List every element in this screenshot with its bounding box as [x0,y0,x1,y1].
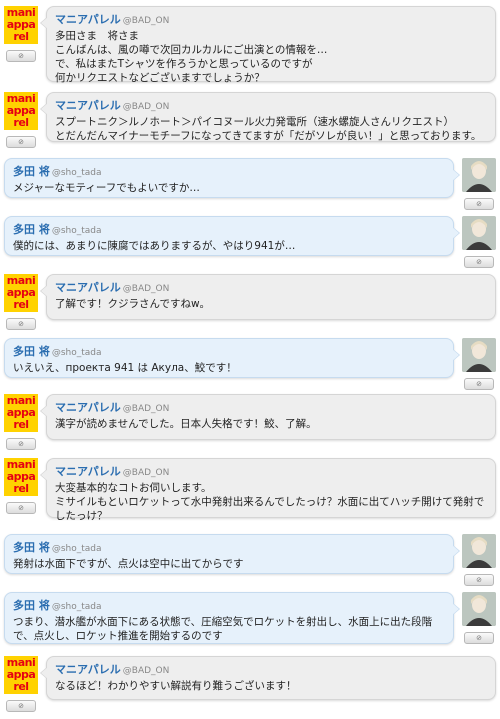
message-text: 多田さま 将さま こんばんは、風の噂で次回カルカルにご出演との情報を… で、私は… [55,30,328,84]
reply-button[interactable]: ⊘ [464,198,494,210]
author-name[interactable]: マニアパレル [55,99,121,112]
author-handle[interactable]: @sho_tada [52,226,102,236]
maniapparel-logo-icon: mani appa rel [4,274,38,312]
author-name[interactable]: 多田 将 [13,541,50,554]
author-name[interactable]: 多田 将 [13,345,50,358]
message-text: スプートニク＞ルノホート＞パイコヌール火力発電所（速水螺旋人さんリクエスト） と… [55,116,482,142]
message-text: つまり、潜水艦が水面下にある状態で、圧縮空気でロケットを射出し、水面上に出た段階… [13,616,433,642]
user-photo-icon [462,338,496,372]
reply-button[interactable]: ⊘ [464,574,494,586]
author-handle[interactable]: @sho_tada [52,544,102,554]
message-text: 漢字が読めませんでした。日本人失格です！鮫、了解。 [55,418,317,430]
message-bubble: 多田 将 @sho_tada いえいえ、проекта 941 は Акула、鮫… [4,338,460,378]
user-photo-icon [462,158,496,192]
message-bubble: マニアパレル @BAD_ON 大変基本的なコトお伺いします。 ミサイルもといロケッ… [40,458,496,522]
author-name[interactable]: マニアパレル [55,401,121,414]
maniapparel-logo-icon: mani appa rel [4,6,38,44]
author-handle[interactable]: @sho_tada [52,168,102,178]
author-handle[interactable]: @sho_tada [52,602,102,612]
avatar[interactable]: ⊘ [462,592,496,644]
author-handle[interactable]: @BAD_ON [123,16,170,26]
reply-button[interactable]: ⊘ [6,700,36,712]
message-bubble: 多田 将 @sho_tada 僕的には、あまりに陳腐ではありまするが、やはり941… [4,216,460,256]
message-text: 大変基本的なコトお伺いします。 ミサイルもといロケットって水中発射出来るんでした… [55,482,485,522]
author-handle[interactable]: @BAD_ON [123,666,170,676]
maniapparel-logo-icon: mani appa rel [4,656,38,694]
message-bubble: マニアパレル @BAD_ON 漢字が読めませんでした。日本人失格です！鮫、了解。 [40,394,496,440]
message-text: 僕的には、あまりに陳腐ではありまするが、やはり941が… [13,240,296,252]
author-name[interactable]: マニアパレル [55,281,121,294]
avatar[interactable]: ⊘ [462,534,496,586]
author-handle[interactable]: @BAD_ON [123,468,170,478]
reply-button[interactable]: ⊘ [6,318,36,330]
message-bubble: マニアパレル @BAD_ON なるほど！わかりやすい解説有り難うございます！ [40,656,496,700]
author-name[interactable]: マニアパレル [55,13,121,26]
avatar[interactable]: mani appa rel ⊘ [4,6,38,62]
message-text: いえいえ、проекта 941 は Акула、鮫です！ [13,362,237,374]
message-text: なるほど！わかりやすい解説有り難うございます！ [55,680,297,692]
maniapparel-logo-icon: mani appa rel [4,92,38,130]
author-handle[interactable]: @BAD_ON [123,284,170,294]
avatar[interactable]: mani appa rel ⊘ [4,92,38,148]
reply-button[interactable]: ⊘ [6,438,36,450]
avatar[interactable]: ⊘ [462,338,496,390]
author-handle[interactable]: @BAD_ON [123,102,170,112]
message-bubble: マニアパレル @BAD_ON 了解です！クジラさんですねw。 [40,274,496,320]
reply-button[interactable]: ⊘ [464,378,494,390]
author-name[interactable]: マニアパレル [55,663,121,676]
user-photo-icon [462,534,496,568]
message-bubble: 多田 将 @sho_tada メジャーなモティーフでもよいですか… [4,158,460,198]
author-name[interactable]: 多田 将 [13,165,50,178]
avatar[interactable]: mani appa rel ⊘ [4,274,38,330]
reply-button[interactable]: ⊘ [6,136,36,148]
message-bubble: マニアパレル @BAD_ON スプートニク＞ルノホート＞パイコヌール火力発電所（速… [40,92,496,142]
author-handle[interactable]: @BAD_ON [123,404,170,414]
user-photo-icon [462,216,496,250]
maniapparel-logo-icon: mani appa rel [4,394,38,432]
message-bubble: 多田 将 @sho_tada つまり、潜水艦が水面下にある状態で、圧縮空気でロケッ… [4,592,460,644]
message-text: メジャーなモティーフでもよいですか… [13,182,200,194]
reply-button[interactable]: ⊘ [6,50,36,62]
avatar[interactable]: mani appa rel ⊘ [4,394,38,450]
message-text: 了解です！クジラさんですねw。 [55,298,211,310]
avatar[interactable]: mani appa rel ⊘ [4,656,38,712]
message-bubble: 多田 将 @sho_tada 発射は水面下ですが、点火は空中に出てからです [4,534,460,574]
reply-button[interactable]: ⊘ [464,256,494,268]
message-text: 発射は水面下ですが、点火は空中に出てからです [13,558,244,570]
maniapparel-logo-icon: mani appa rel [4,458,38,496]
avatar[interactable]: ⊘ [462,216,496,268]
avatar[interactable]: ⊘ [462,158,496,210]
author-handle[interactable]: @sho_tada [52,348,102,358]
user-photo-icon [462,592,496,626]
reply-button[interactable]: ⊘ [6,502,36,514]
message-bubble: マニアパレル @BAD_ON 多田さま 将さま こんばんは、風の噂で次回カルカルに… [40,6,496,84]
avatar[interactable]: mani appa rel ⊘ [4,458,38,514]
author-name[interactable]: マニアパレル [55,465,121,478]
author-name[interactable]: 多田 将 [13,599,50,612]
reply-button[interactable]: ⊘ [464,632,494,644]
author-name[interactable]: 多田 将 [13,223,50,236]
